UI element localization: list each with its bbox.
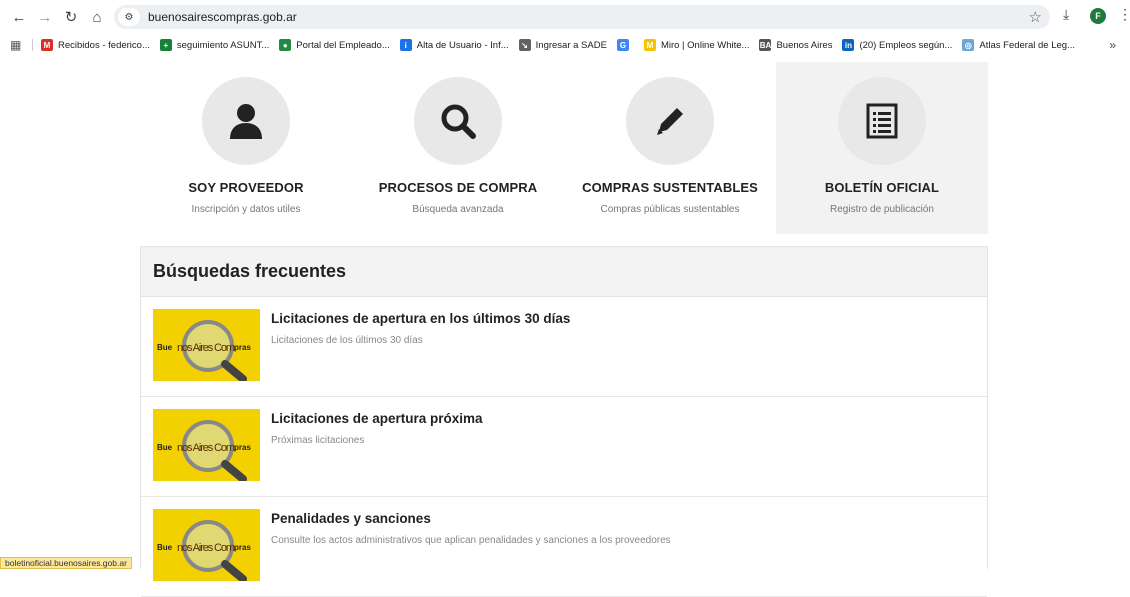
bookmark-favicon-icon: M	[41, 39, 53, 51]
svg-text:nos Aires Com: nos Aires Com	[177, 542, 235, 554]
more-bookmarks-icon[interactable]: »	[1109, 38, 1116, 52]
svg-text:pras: pras	[234, 443, 251, 452]
bookmark-label: Buenos Aires	[776, 39, 833, 51]
bookmark-favicon-icon: +	[159, 39, 172, 51]
bookmark-label: Alta de Usuario - Inf...	[416, 39, 509, 51]
bookmark-item[interactable]: G	[616, 39, 634, 51]
frequent-search-description: Licitaciones de los últimos 30 días	[271, 335, 423, 346]
svg-text:Bue: Bue	[157, 343, 173, 352]
document-list-icon	[866, 103, 898, 139]
bookmarks-divider	[32, 39, 33, 51]
tile-title: BOLETÍN OFICIAL	[824, 180, 940, 195]
buenos-aires-compras-logo[interactable]: Bue nos Aires Com pras	[153, 509, 260, 581]
svg-text:nos Aires Com: nos Aires Com	[177, 342, 235, 354]
tile-boletin-oficial[interactable]: BOLETÍN OFICIAL Registro de publicación	[776, 62, 988, 234]
tile-title: SOY PROVEEDOR	[188, 180, 304, 195]
download-icon[interactable]: ⤓	[1063, 6, 1069, 23]
bookmark-item[interactable]: M Recibidos - federico...	[41, 39, 150, 51]
tile-subtitle: Búsqueda avanzada	[412, 204, 504, 215]
bookmark-favicon-icon: ◎	[962, 39, 975, 51]
bookmark-label: seguimiento ASUNT...	[176, 39, 270, 51]
frequent-search-description: Próximas licitaciones	[271, 435, 365, 446]
site-info-icon[interactable]: ⚙	[118, 8, 140, 26]
back-icon[interactable]: ←	[8, 6, 30, 28]
bookmark-label: Miro | Online White...	[660, 39, 750, 51]
frequent-search-item[interactable]: Bue nos Aires Com pras Licitaciones de aper…	[141, 297, 987, 397]
bookmark-favicon-icon: M	[643, 39, 656, 51]
bookmarks-bar: ▦ M Recibidos - federico... + seguimiento A…	[0, 34, 1130, 56]
tile-compras-sustentables[interactable]: COMPRAS SUSTENTABLES Compras públicas su…	[564, 62, 776, 234]
frequent-search-title[interactable]: Licitaciones de apertura en los últimos …	[271, 311, 570, 326]
tile-icon-circle	[414, 77, 502, 165]
frequent-search-item[interactable]: Bue nos Aires Com pras Penalidades y sancio…	[141, 497, 987, 597]
profile-avatar[interactable]: F	[1090, 8, 1106, 24]
status-bar-url: boletinoficial.buenosaires.gob.ar	[0, 557, 132, 569]
category-tiles: SOY PROVEEDOR Inscripción y datos utiles…	[140, 62, 988, 234]
svg-text:Bue: Bue	[157, 443, 173, 452]
tile-icon-circle	[626, 77, 714, 165]
frequent-searches-panel: Búsquedas frecuentes Bue nos Aires Com pra…	[140, 246, 988, 597]
svg-text:Bue: Bue	[157, 543, 173, 552]
frequent-search-item[interactable]: Bue nos Aires Com pras Licitaciones de aper…	[141, 397, 987, 497]
tile-subtitle: Inscripción y datos utiles	[191, 204, 301, 215]
svg-text:pras: pras	[234, 343, 251, 352]
bookmark-item[interactable]: ● Portal del Empleado...	[279, 39, 390, 51]
tile-soy-proveedor[interactable]: SOY PROVEEDOR Inscripción y datos utiles	[140, 62, 352, 234]
home-icon[interactable]: ⌂	[86, 6, 108, 28]
reload-icon[interactable]: ↻	[60, 6, 82, 28]
bookmark-label: Atlas Federal de Leg...	[979, 39, 1075, 51]
user-icon	[230, 104, 262, 139]
frequent-searches-heading: Búsquedas frecuentes	[141, 247, 987, 297]
bookmark-favicon-icon: i	[399, 39, 412, 51]
tile-subtitle: Compras públicas sustentables	[600, 204, 740, 215]
tile-procesos-de-compra[interactable]: PROCESOS DE COMPRA Búsqueda avanzada	[352, 62, 564, 234]
bookmark-favicon-icon: in	[842, 39, 855, 51]
url-text[interactable]: buenosairescompras.gob.ar	[148, 10, 297, 24]
tile-subtitle: Registro de publicación	[830, 204, 934, 215]
frequent-search-title[interactable]: Penalidades y sanciones	[271, 511, 431, 526]
frequent-search-title[interactable]: Licitaciones de apertura próxima	[271, 411, 483, 426]
bookmark-label: Ingresar a SADE	[535, 39, 607, 51]
bookmark-item[interactable]: i Alta de Usuario - Inf...	[399, 39, 509, 51]
bookmark-favicon-icon: ↘	[518, 39, 531, 51]
forward-icon[interactable]: →	[34, 6, 56, 28]
bookmark-item[interactable]: ↘ Ingresar a SADE	[518, 39, 607, 51]
bookmark-label: Recibidos - federico...	[58, 39, 150, 51]
search-icon	[441, 104, 476, 139]
bookmark-item[interactable]: + seguimiento ASUNT...	[159, 39, 270, 51]
bookmark-favicon-icon: ●	[279, 39, 292, 51]
tile-title: COMPRAS SUSTENTABLES	[582, 180, 758, 195]
address-bar[interactable]: ⚙ buenosairescompras.gob.ar ☆	[114, 5, 1050, 29]
tile-title: PROCESOS DE COMPRA	[378, 180, 538, 195]
apps-icon[interactable]: ▦	[10, 38, 26, 52]
buenos-aires-compras-logo[interactable]: Bue nos Aires Com pras	[153, 409, 260, 481]
bookmark-item[interactable]: ◎ Atlas Federal de Leg...	[962, 39, 1075, 51]
frequent-search-description: Consulte los actos administrativos que a…	[271, 535, 671, 546]
bookmark-item[interactable]: M Miro | Online White...	[643, 39, 750, 51]
tile-icon-circle	[202, 77, 290, 165]
bookmark-label: (20) Empleos según...	[859, 39, 953, 51]
bookmark-star-icon[interactable]: ☆	[1029, 8, 1042, 26]
pencil-icon	[657, 108, 683, 135]
buenos-aires-compras-logo[interactable]: Bue nos Aires Com pras	[153, 309, 260, 381]
bookmark-item[interactable]: BA Buenos Aires	[759, 39, 832, 51]
browser-toolbar: ← → ↻ ⌂ ⚙ buenosairescompras.gob.ar ☆ ⤓ …	[0, 0, 1130, 34]
tile-icon-circle	[838, 77, 926, 165]
bookmark-label: Portal del Empleado...	[296, 39, 390, 51]
svg-text:pras: pras	[234, 543, 251, 552]
bookmark-favicon-icon: BA	[759, 39, 772, 51]
bookmark-favicon-icon: G	[616, 39, 629, 51]
bookmark-item[interactable]: in (20) Empleos según...	[842, 39, 952, 51]
menu-icon[interactable]: ⋮	[1118, 6, 1130, 23]
svg-text:nos Aires Com: nos Aires Com	[177, 442, 235, 454]
